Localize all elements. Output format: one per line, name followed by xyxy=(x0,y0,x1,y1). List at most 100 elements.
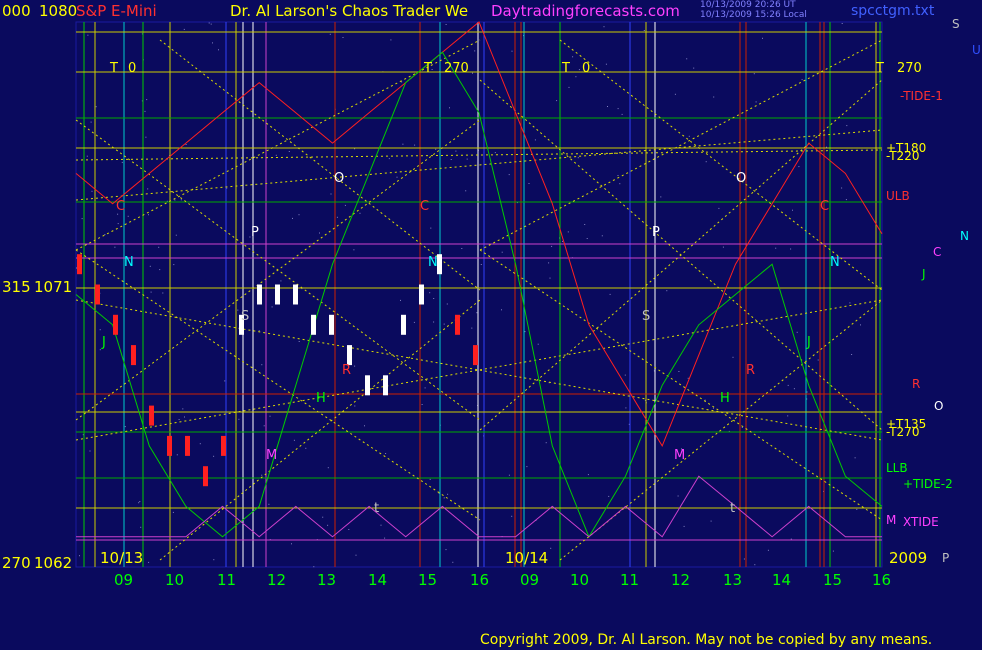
price-bar xyxy=(473,345,478,366)
data-file-label: spcctgm.txt xyxy=(851,3,935,19)
star-dot xyxy=(292,217,293,219)
price-bar xyxy=(419,284,424,305)
star-dot xyxy=(832,550,834,552)
star-dot xyxy=(208,22,210,24)
star-dot xyxy=(501,251,503,253)
star-dot xyxy=(353,249,355,251)
planet-marker: O xyxy=(334,171,345,186)
star-dot xyxy=(605,63,607,65)
star-dot xyxy=(400,299,401,301)
star-dot xyxy=(81,218,83,220)
star-dot xyxy=(180,199,182,201)
star-dot xyxy=(268,503,270,505)
star-dot xyxy=(182,408,184,410)
mid-price-label: 1071 xyxy=(34,278,73,296)
price-bar xyxy=(275,284,280,305)
star-dot xyxy=(433,321,435,323)
star-dot xyxy=(796,331,798,333)
star-dot xyxy=(213,455,215,457)
legend-entry: -T270 xyxy=(886,425,920,439)
star-dot xyxy=(275,154,277,156)
planet-marker: H xyxy=(720,391,730,406)
price-bar xyxy=(203,466,208,487)
star-dot xyxy=(526,466,528,468)
star-dot xyxy=(158,246,160,248)
star-dot xyxy=(380,524,382,526)
star-dot xyxy=(601,235,603,237)
star-dot xyxy=(762,37,763,39)
star-dot xyxy=(841,187,843,189)
star-dot xyxy=(584,224,586,225)
star-dot xyxy=(447,493,449,495)
star-dot xyxy=(445,24,447,25)
star-dot xyxy=(607,106,608,107)
star-dot xyxy=(86,155,88,157)
star-dot xyxy=(401,81,403,83)
star-dot xyxy=(280,280,282,282)
star-dot xyxy=(798,166,800,168)
star-dot xyxy=(452,561,454,563)
price-bar xyxy=(167,435,172,456)
legend-entry: M xyxy=(886,513,897,527)
star-dot xyxy=(124,426,126,428)
price-bar xyxy=(185,435,190,456)
time-axis-label: 14 xyxy=(368,571,388,589)
bottom-degree-label: 270 xyxy=(2,554,31,572)
timestamp-local: 10/13/2009 15:26 Local xyxy=(700,10,807,20)
star-dot xyxy=(678,371,680,372)
price-bar xyxy=(329,314,334,335)
star-dot xyxy=(213,559,215,561)
star-dot xyxy=(501,309,502,311)
star-dot xyxy=(793,388,795,390)
star-dot xyxy=(586,238,588,239)
legend-entry: XTIDE xyxy=(903,515,939,529)
star-dot xyxy=(79,555,80,557)
planet-marker: P xyxy=(251,225,259,240)
star-dot xyxy=(603,26,605,28)
star-dot xyxy=(148,214,149,216)
planet-marker: C xyxy=(116,199,126,214)
star-dot xyxy=(575,76,577,78)
star-dot xyxy=(145,136,147,138)
star-dot xyxy=(754,564,756,566)
planet-marker: M xyxy=(674,448,686,463)
star-dot xyxy=(443,323,445,325)
price-bar xyxy=(437,254,442,275)
price-bar xyxy=(365,375,370,396)
legend-entry: N xyxy=(960,229,969,243)
tide-marker: T xyxy=(424,61,432,76)
star-dot xyxy=(89,450,91,452)
legend-entry: P xyxy=(942,551,950,565)
star-dot xyxy=(508,474,510,476)
star-dot xyxy=(159,269,161,271)
website-link[interactable]: Daytradingforecasts.com xyxy=(491,4,680,19)
star-dot xyxy=(608,495,610,497)
star-dot xyxy=(534,139,536,141)
star-dot xyxy=(293,439,295,441)
star-dot xyxy=(305,447,307,449)
star-dot xyxy=(139,501,141,502)
legend-entry: ULB xyxy=(886,189,910,203)
tide-marker: 0 xyxy=(582,61,591,76)
star-dot xyxy=(753,73,755,75)
legend-entry: S xyxy=(952,17,960,31)
time-axis-label: 10 xyxy=(165,571,185,589)
planet-marker: C xyxy=(420,199,430,214)
star-dot xyxy=(344,204,346,206)
star-dot xyxy=(455,150,457,152)
star-dot xyxy=(435,148,437,150)
star-dot xyxy=(354,405,356,407)
legend-entry: +TIDE-2 xyxy=(903,477,953,491)
star-dot xyxy=(174,199,176,201)
price-bar xyxy=(131,345,136,366)
star-dot xyxy=(841,23,843,24)
star-dot xyxy=(313,566,315,568)
star-dot xyxy=(336,216,338,218)
star-dot xyxy=(271,306,273,308)
star-dot xyxy=(175,234,177,236)
star-dot xyxy=(860,324,861,326)
planet-marker: N xyxy=(428,255,438,270)
time-axis-label: 12 xyxy=(671,571,691,589)
star-dot xyxy=(643,30,645,31)
star-dot xyxy=(551,245,553,247)
